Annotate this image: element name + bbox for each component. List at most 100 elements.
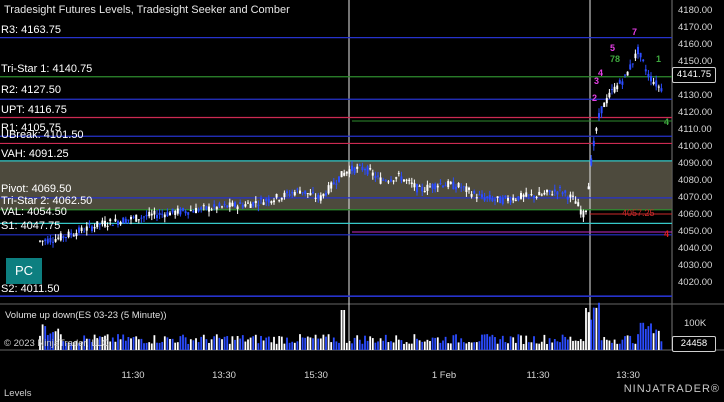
volume-bar [400,340,403,350]
volume-bar [314,334,317,350]
volume-bar [473,342,476,350]
candle-body [501,197,504,204]
volume-bar [202,334,205,350]
volume-bar [174,342,177,350]
candle-body [179,208,182,215]
volume-bar [559,342,561,350]
candle-body [67,231,70,238]
volume-bar [494,337,496,350]
candle-body [530,194,533,196]
volume-bar [179,336,182,350]
volume-bar [338,342,340,350]
candle-body [650,76,652,82]
volume-bar [364,335,366,350]
candle-body [468,187,470,190]
candle-body [574,201,577,204]
candle-body [533,195,535,199]
volume-bar [548,338,551,350]
candle-body [109,219,112,222]
candle-body [184,211,187,214]
volume-bar [566,339,569,350]
candle-body [475,197,478,199]
volume-bar [486,334,489,350]
candle-body [265,199,268,202]
pc-badge[interactable]: PC [6,258,42,284]
candle-body [132,216,135,218]
candle-body [332,182,335,185]
copyright-text: © 2023 NinjaTrader, LLC [4,338,109,349]
volume-bar [611,342,613,350]
volume-bar [176,342,179,350]
volume-bar [585,307,587,350]
candle-body [507,198,509,201]
panel-label-levels: Levels [4,388,32,399]
candle-body [644,69,647,72]
candle-body [421,187,424,192]
volume-bar [572,340,574,350]
candle-body [514,199,517,201]
volume-bar [561,334,564,350]
volume-bar [538,343,541,350]
candle-body [234,202,236,207]
candle-body [382,179,385,181]
candle-body [174,210,177,215]
candle-body [114,218,117,222]
candle-body [356,166,359,169]
volume-bar [525,335,528,350]
candle-body [348,169,351,174]
chart-title: Tradesight Futures Levels, Tradesight Se… [4,4,290,16]
volume-bar [416,338,418,350]
volume-bar [457,342,460,350]
setup-number: 2 [592,93,597,103]
candle-body [72,235,75,237]
candle-body [340,171,343,178]
candle-body [104,220,106,227]
candle-body [306,193,309,195]
volume-bar [187,343,190,350]
volume-bar [642,322,645,350]
candle-body [135,214,138,222]
volume-bar [499,339,502,350]
volume-bar [621,339,624,350]
volume-bar [215,334,218,350]
level-label: Pivot: 4069.50 [1,183,72,195]
volume-bar [228,343,231,350]
volume-bar [618,343,621,350]
candle-body [273,200,275,203]
volume-bar [405,342,408,350]
candle-body [101,220,104,225]
volume-bar [447,343,450,350]
volume-bar [413,334,416,350]
price-axis-tick: 4030.00 [678,260,712,271]
candle-body [351,165,353,172]
volume-bar [257,343,260,350]
candle-body [626,71,629,76]
volume-bar [267,336,270,350]
candle-body [520,193,522,199]
candle-body [335,183,338,185]
chart-window[interactable]: 4180.004170.004160.004150.004140.004130.… [0,0,724,402]
candle-body [236,206,239,210]
volume-bar [221,339,223,350]
volume-bar [317,338,320,350]
candle-body [166,211,169,217]
candle-body [455,186,457,190]
candle-body [629,64,632,70]
volume-bar [577,340,580,350]
volume-bar [327,334,330,350]
candle-body [416,184,418,193]
candle-body [65,237,67,239]
candle-body [197,209,200,212]
candle-body [330,182,333,189]
volume-bar [195,338,197,350]
candle-body [293,191,296,196]
volume-axis-label: 100K [684,318,707,329]
volume-bar [117,334,119,350]
setup-number: 78 [610,54,620,64]
candle-body [600,106,603,114]
candle-body [338,176,340,182]
candle-body [296,188,299,190]
candle-body [582,210,585,218]
volume-bar [377,341,379,350]
candle-body [270,201,273,204]
